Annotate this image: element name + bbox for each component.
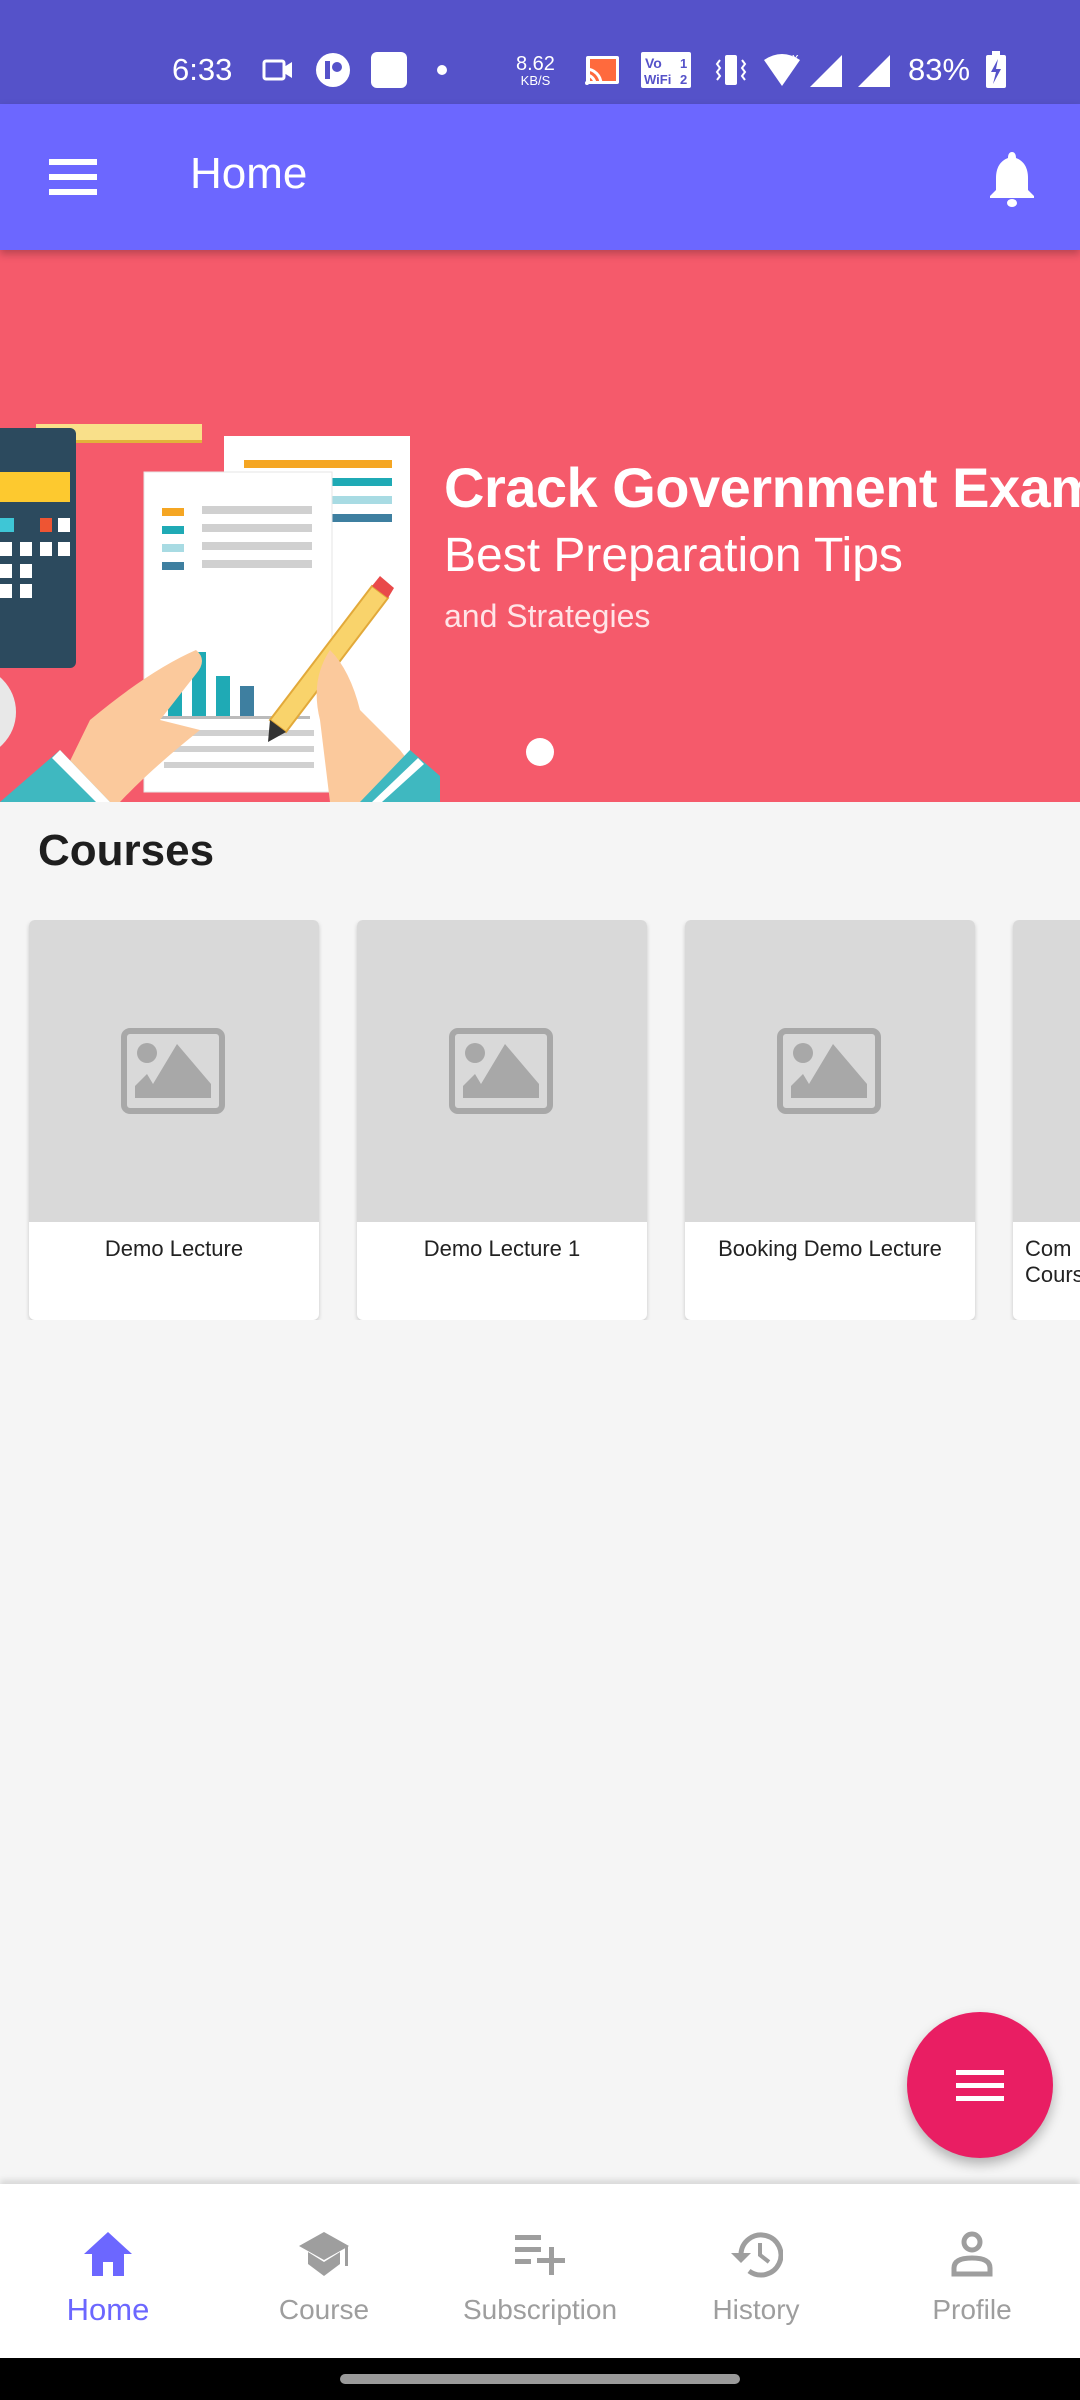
svg-text:1: 1	[680, 56, 687, 71]
carousel-indicator-dot[interactable]	[526, 738, 554, 766]
course-thumbnail	[29, 920, 319, 1222]
status-time: 6:33	[172, 52, 233, 87]
nav-item-subscription[interactable]: Subscription	[432, 2184, 648, 2358]
battery-percent: 83%	[908, 52, 971, 87]
hamburger-menu-icon[interactable]	[40, 147, 106, 207]
course-card[interactable]: Com Cours	[1013, 920, 1080, 1320]
banner-headline: Crack Government Exams	[444, 456, 1080, 519]
svg-text:2: 2	[680, 72, 687, 87]
banner-subheadline: Best Preparation Tips	[444, 529, 903, 582]
history-icon	[728, 2226, 784, 2282]
courses-carousel[interactable]: Demo Lecture Demo Lecture 1 Booking Demo…	[0, 920, 1080, 1320]
nav-label: Profile	[932, 2294, 1012, 2325]
page-title: Home	[190, 149, 308, 198]
dot-icon	[436, 48, 448, 92]
image-placeholder-icon	[449, 1028, 553, 1114]
nav-item-history[interactable]: History	[648, 2184, 864, 2358]
course-card[interactable]: Demo Lecture 1	[357, 920, 647, 1320]
course-name: Demo Lecture	[104, 1236, 244, 1261]
person-icon	[944, 2226, 1000, 2282]
image-placeholder-icon	[777, 1028, 881, 1114]
screen: 6:33 8.62 KB/S Vo WiFi 1 2 x 83% Home Cr…	[0, 0, 1080, 2400]
network-speed: 8.62 KB/S	[516, 48, 555, 92]
nav-label: Subscription	[462, 2294, 618, 2325]
course-thumbnail	[685, 920, 975, 1222]
nav-label: Course	[278, 2294, 370, 2325]
signal-icon	[808, 48, 844, 92]
network-speed-unit: KB/S	[520, 72, 551, 88]
menu-icon	[956, 2069, 1004, 2075]
svg-text:x: x	[792, 50, 799, 65]
course-card[interactable]: Demo Lecture	[29, 920, 319, 1320]
home-icon	[80, 2226, 136, 2282]
cast-icon	[582, 48, 622, 92]
course-thumbnail	[357, 920, 647, 1222]
app-bar: Home	[0, 104, 1080, 250]
courses-section-title: Courses	[38, 826, 215, 875]
fab-menu-button[interactable]	[907, 2012, 1053, 2158]
playlist-add-icon	[512, 2226, 568, 2282]
school-icon	[296, 2226, 352, 2282]
nav-item-course[interactable]: Course	[216, 2184, 432, 2358]
bottom-navigation: Home Course Subscription History Profile	[0, 2184, 1080, 2358]
app-notification-icon	[315, 48, 351, 92]
svg-text:WiFi: WiFi	[644, 72, 671, 87]
vibrate-icon	[714, 48, 748, 92]
app-notification-icon	[370, 48, 408, 92]
course-name: Com Cours	[1025, 1236, 1080, 1287]
nav-label: Home	[66, 2292, 150, 2327]
course-name: Demo Lecture 1	[423, 1236, 581, 1261]
banner-illustration	[0, 424, 440, 802]
signal-icon	[856, 48, 892, 92]
nav-item-home[interactable]: Home	[0, 2184, 216, 2358]
vowifi-icon: Vo WiFi 1 2	[640, 48, 692, 92]
status-bar: 6:33 8.62 KB/S Vo WiFi 1 2 x 83%	[0, 0, 1080, 104]
svg-text:Vo: Vo	[645, 55, 662, 71]
system-navigation-bar	[0, 2358, 1080, 2400]
battery-charging-icon	[984, 48, 1008, 92]
video-camera-icon	[262, 48, 296, 92]
course-thumbnail	[1013, 920, 1080, 1222]
course-name: Booking Demo Lecture	[718, 1236, 942, 1261]
promo-banner-carousel[interactable]: Crack Government Exams Best Preparation …	[0, 250, 1080, 802]
network-speed-value: 8.62	[516, 52, 555, 75]
gesture-home-handle[interactable]	[340, 2374, 740, 2384]
course-card[interactable]: Booking Demo Lecture	[685, 920, 975, 1320]
nav-label: History	[712, 2294, 800, 2325]
bell-icon[interactable]	[986, 150, 1038, 208]
nav-item-profile[interactable]: Profile	[864, 2184, 1080, 2358]
banner-tagline: and Strategies	[444, 598, 651, 634]
image-placeholder-icon	[121, 1028, 225, 1114]
wifi-icon: x	[760, 48, 804, 92]
